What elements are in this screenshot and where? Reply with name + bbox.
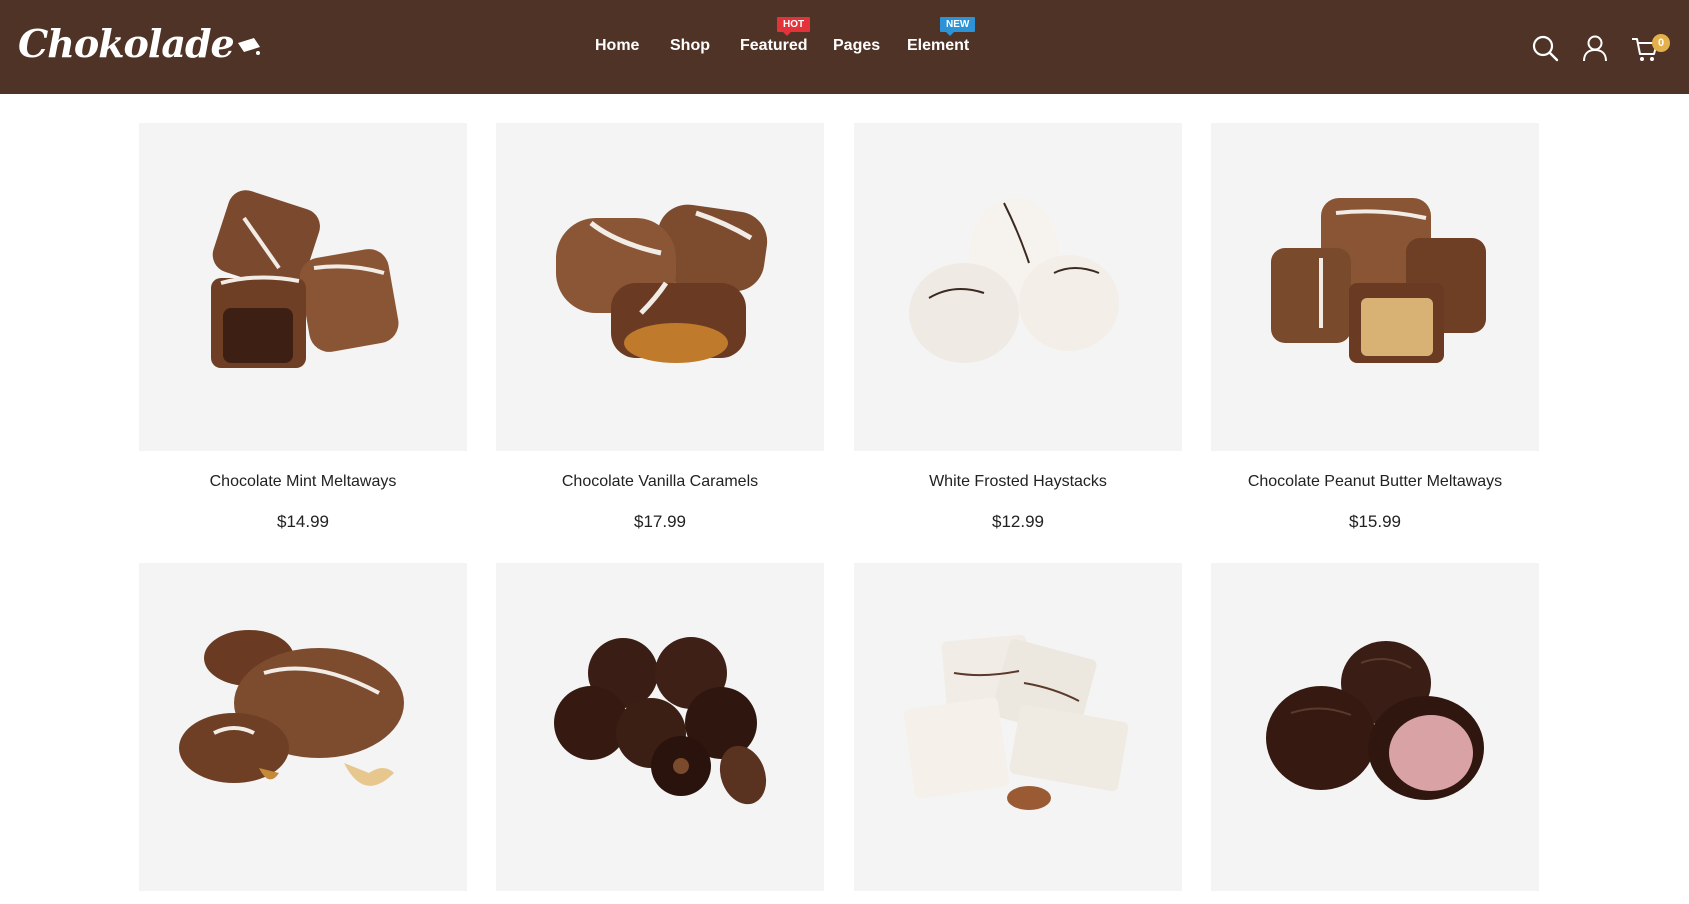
nav-pages[interactable]: Pages	[833, 34, 880, 58]
product-price: $12.99	[992, 512, 1044, 531]
user-icon[interactable]	[1580, 33, 1610, 63]
product-price: $15.99	[1349, 512, 1401, 531]
product-image[interactable]	[496, 563, 824, 891]
dark-chocolate-espresso-beans-image	[554, 637, 767, 805]
search-icon[interactable]	[1530, 33, 1560, 63]
product-name[interactable]: Chocolate Mint Meltaways	[139, 473, 467, 491]
nav-element[interactable]: Element	[907, 34, 969, 58]
product-image[interactable]	[854, 563, 1182, 891]
product-price: $14.99	[277, 512, 329, 531]
peanut-butter-meltaways-image	[1271, 198, 1486, 363]
dark-chocolate-raspberry-creams-image	[1266, 641, 1484, 800]
product-image[interactable]	[139, 563, 467, 891]
product-image[interactable]	[1211, 563, 1539, 891]
product-name[interactable]: Chocolate Peanut Butter Meltaways	[1211, 473, 1539, 491]
product-image[interactable]	[1211, 123, 1539, 451]
site-header: Chokolade Home Shop Featured HOT Pages E…	[0, 0, 1689, 94]
milk-chocolate-meltaways-image	[211, 190, 399, 368]
nav-shop[interactable]: Shop	[670, 34, 710, 58]
product-name[interactable]: White Frosted Haystacks	[854, 473, 1182, 491]
product-image[interactable]	[139, 123, 467, 451]
product-image[interactable]	[496, 123, 824, 451]
product-image[interactable]	[854, 123, 1182, 451]
product-price: $17.99	[634, 512, 686, 531]
product-name[interactable]: Chocolate Vanilla Caramels	[496, 473, 824, 491]
milk-chocolate-cashew-turtles-image	[179, 630, 404, 786]
hot-badge: HOT	[777, 17, 811, 36]
milk-chocolate-caramels-image	[556, 204, 768, 363]
white-coconut-haystacks-image	[909, 198, 1119, 363]
white-almond-bark-image	[903, 634, 1129, 810]
new-badge: NEW	[940, 17, 976, 36]
nav-featured[interactable]: Featured	[740, 34, 808, 58]
main-nav: Home Shop Featured HOT Pages Element NEW	[0, 0, 1689, 94]
cart-count-badge: 0	[1652, 34, 1670, 52]
nav-home[interactable]: Home	[595, 34, 639, 58]
